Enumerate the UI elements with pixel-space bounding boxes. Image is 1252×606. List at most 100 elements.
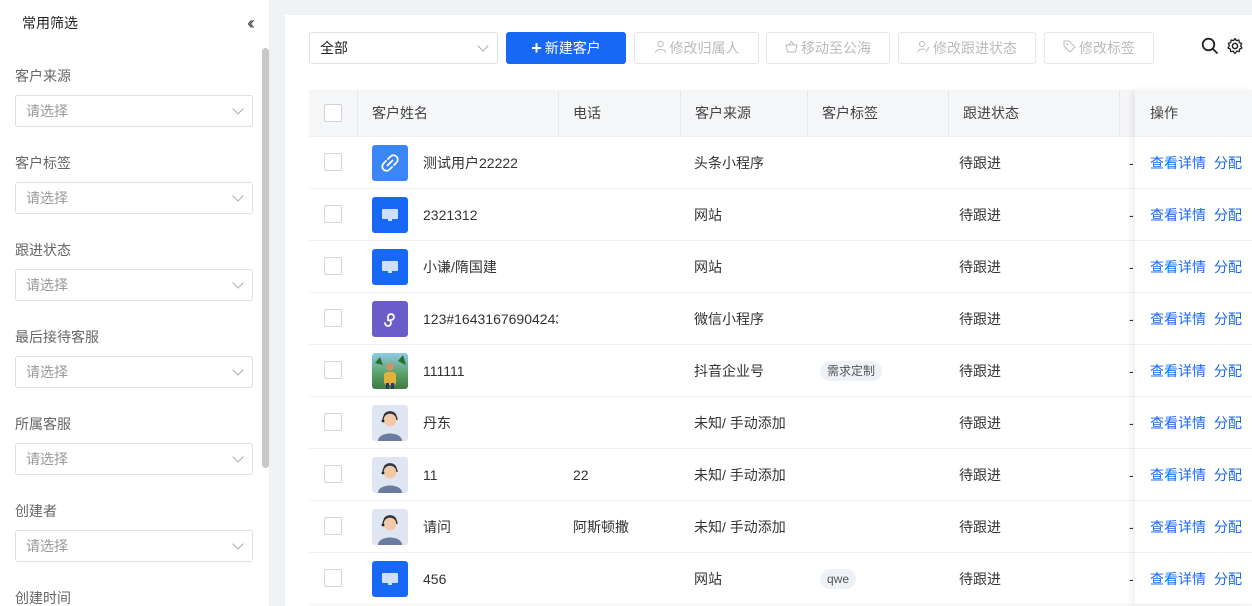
- header-customer-name[interactable]: 客户姓名: [372, 90, 428, 137]
- assign-link[interactable]: 分配: [1214, 207, 1242, 223]
- row-checkbox[interactable]: [324, 205, 342, 223]
- cell-extra: -: [1129, 467, 1134, 483]
- new-customer-button[interactable]: + 新建客户: [506, 32, 626, 64]
- row-actions: 查看详情 分配: [1135, 241, 1252, 293]
- customer-phone: 22: [573, 467, 589, 483]
- assign-link[interactable]: 分配: [1214, 363, 1242, 379]
- assign-link[interactable]: 分配: [1214, 259, 1242, 275]
- row-checkbox[interactable]: [324, 517, 342, 535]
- sidebar-scrollbar[interactable]: [262, 48, 269, 468]
- row-checkbox[interactable]: [324, 257, 342, 275]
- table-row[interactable]: 456 网站 qwe 待跟进 -: [309, 553, 1252, 605]
- customer-source: 头条小程序: [694, 155, 764, 171]
- filter-label: 跟进状态: [15, 242, 71, 258]
- scope-select[interactable]: 全部: [309, 32, 498, 64]
- chevron-down-icon: [232, 103, 244, 115]
- view-details-link[interactable]: 查看详情: [1150, 415, 1206, 431]
- mini-program-icon: [372, 301, 408, 337]
- assign-link[interactable]: 分配: [1214, 519, 1242, 535]
- view-details-link[interactable]: 查看详情: [1150, 571, 1206, 587]
- change-owner-button[interactable]: 修改归属人: [634, 32, 759, 64]
- select-all-checkbox[interactable]: [324, 104, 342, 122]
- follow-status-select[interactable]: 请选择: [15, 269, 253, 301]
- filter-label: 客户来源: [15, 68, 71, 84]
- row-checkbox[interactable]: [324, 309, 342, 327]
- change-follow-status-button[interactable]: 修改跟进状态: [898, 32, 1036, 64]
- filter-customer-tags: 客户标签 请选择: [15, 153, 253, 214]
- header-actions: 操作: [1135, 90, 1252, 137]
- table-row[interactable]: 11 22 未知/ 手动添加 待跟进 -: [309, 449, 1252, 501]
- view-details-link[interactable]: 查看详情: [1150, 467, 1206, 483]
- view-details-link[interactable]: 查看详情: [1150, 155, 1206, 171]
- customer-phone: [573, 345, 673, 397]
- row-checkbox[interactable]: [324, 361, 342, 379]
- move-to-pool-button[interactable]: 移动至公海: [766, 32, 890, 64]
- view-details-link[interactable]: 查看详情: [1150, 519, 1206, 535]
- assign-link[interactable]: 分配: [1214, 415, 1242, 431]
- filter-created-time: 创建时间: [15, 588, 253, 606]
- customer-tag-badge: 需求定制: [820, 361, 883, 381]
- chevron-down-icon: [232, 277, 244, 289]
- customer-phone: [573, 137, 673, 189]
- header-phone[interactable]: 电话: [573, 90, 601, 137]
- view-details-link[interactable]: 查看详情: [1150, 259, 1206, 275]
- table-row[interactable]: 请问 阿斯顿撒 未知/ 手动添加 待跟进 -: [309, 501, 1252, 553]
- view-details-link[interactable]: 查看详情: [1150, 363, 1206, 379]
- edit-user-icon: [917, 40, 930, 56]
- select-placeholder: 请选择: [26, 364, 68, 380]
- customer-source: 未知/ 手动添加: [694, 519, 786, 535]
- change-tags-button[interactable]: 修改标签: [1044, 32, 1154, 64]
- follow-status: 待跟进: [959, 519, 1001, 535]
- chevron-down-icon: [477, 40, 489, 52]
- cell-extra: -: [1129, 311, 1134, 327]
- last-agent-select[interactable]: 请选择: [15, 356, 253, 388]
- table-row[interactable]: 小谦/隋国建 网站 待跟进 -: [309, 241, 1252, 293]
- column-divider: [680, 90, 681, 137]
- view-details-link[interactable]: 查看详情: [1150, 207, 1206, 223]
- cell-extra: -: [1129, 519, 1134, 535]
- row-checkbox[interactable]: [324, 413, 342, 431]
- follow-status: 待跟进: [959, 155, 1001, 171]
- table-row[interactable]: 丹东 未知/ 手动添加 待跟进 -: [309, 397, 1252, 449]
- table-row[interactable]: 测试用户22222 头条小程序 待跟进 -: [309, 137, 1252, 189]
- view-details-link[interactable]: 查看详情: [1150, 311, 1206, 327]
- assign-link[interactable]: 分配: [1214, 571, 1242, 587]
- creator-select[interactable]: 请选择: [15, 530, 253, 562]
- customer-source-select[interactable]: 请选择: [15, 95, 253, 127]
- follow-status: 待跟进: [959, 207, 1001, 223]
- column-divider: [807, 90, 808, 137]
- row-checkbox[interactable]: [324, 569, 342, 587]
- owner-agent-select[interactable]: 请选择: [15, 443, 253, 475]
- customer-source: 未知/ 手动添加: [694, 415, 786, 431]
- search-icon[interactable]: [1201, 37, 1219, 60]
- customer-tags-select[interactable]: 请选择: [15, 182, 253, 214]
- cell-extra: -: [1129, 207, 1134, 223]
- header-follow-status[interactable]: 跟进状态: [963, 90, 1019, 137]
- gear-icon[interactable]: [1226, 37, 1244, 60]
- select-placeholder: 请选择: [26, 190, 68, 206]
- filter-sidebar: 常用筛选 ‹‹ 客户来源 请选择 客户标签 请选择 跟进状态 请选择 最后接待客…: [0, 0, 270, 606]
- row-checkbox[interactable]: [324, 465, 342, 483]
- assign-link[interactable]: 分配: [1214, 311, 1242, 327]
- sidebar-title: 常用筛选: [22, 15, 78, 31]
- header-customer-tags[interactable]: 客户标签: [822, 90, 878, 137]
- table-row[interactable]: 123#16431676904243 微信小程序 待跟进 -: [309, 293, 1252, 345]
- cell-extra: -: [1129, 155, 1134, 171]
- header-customer-source[interactable]: 客户来源: [695, 90, 751, 137]
- customer-name: 测试用户22222: [423, 155, 518, 171]
- customer-phone: [573, 397, 673, 449]
- row-checkbox[interactable]: [324, 153, 342, 171]
- assign-link[interactable]: 分配: [1214, 467, 1242, 483]
- tag-icon: [1063, 40, 1076, 56]
- double-chevron-left-icon[interactable]: ‹‹: [247, 13, 255, 34]
- filter-label: 最后接待客服: [15, 329, 99, 345]
- select-placeholder: 请选择: [26, 103, 68, 119]
- assign-link[interactable]: 分配: [1214, 155, 1242, 171]
- cell-extra: -: [1129, 363, 1134, 379]
- customer-phone: [573, 189, 673, 241]
- table-row[interactable]: 2321312 网站 待跟进 -: [309, 189, 1252, 241]
- follow-status: 待跟进: [959, 415, 1001, 431]
- table-row[interactable]: 111111 抖音企业号 需求定制 待跟进 -: [309, 345, 1252, 397]
- monitor-icon: [372, 197, 408, 233]
- user-icon: [654, 40, 667, 56]
